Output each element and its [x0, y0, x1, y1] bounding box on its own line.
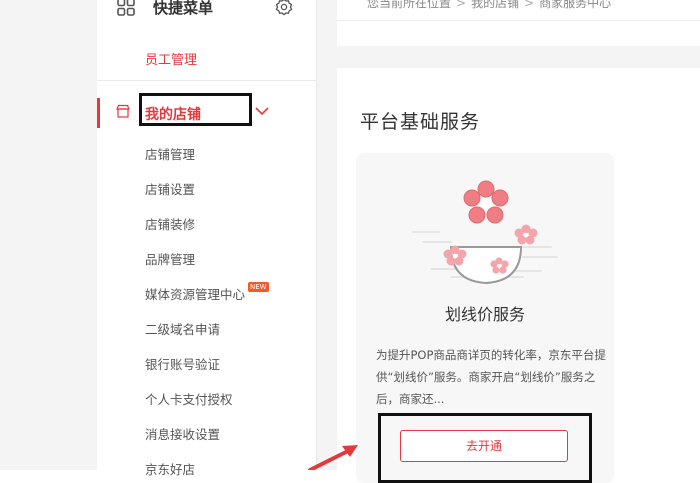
sidebar-subitem[interactable]: 银行账号验证 [145, 354, 220, 373]
service-card: 划线价服务 为提升POP商品商详页的转化率，京东平台提供“划线价”服务。商家开启… [356, 153, 614, 483]
page-title: 平台基础服务 [360, 111, 481, 133]
sidebar-subitem[interactable]: 消息接收设置 [145, 424, 220, 443]
store-icon [116, 104, 130, 118]
flower-illustration [412, 180, 558, 285]
arrow-annotation [308, 445, 358, 470]
breadcrumb-separator: > [524, 0, 535, 10]
service-name: 划线价服务 [444, 305, 525, 324]
quick-menu-title: 快捷菜单 [153, 0, 214, 17]
sidebar-subitem[interactable]: 店铺管理 [145, 144, 195, 163]
breadcrumb-separator: > [456, 0, 467, 10]
quick-menu-header: 快捷菜单 [97, 0, 317, 24]
grid-icon[interactable] [117, 0, 135, 16]
sidebar-subitem[interactable]: 京东好店 [145, 459, 195, 478]
section-separator [337, 46, 700, 68]
active-indicator [97, 98, 100, 128]
chevron-down-icon[interactable] [255, 106, 269, 116]
content-gap [317, 0, 337, 470]
breadcrumb-prefix: 您当前所在位置 [367, 0, 452, 10]
sidebar-subitem[interactable]: 品牌管理 [145, 249, 195, 268]
sidebar-subitem[interactable]: 二级域名申请 [145, 319, 220, 338]
sidebar-subitem-media[interactable]: 媒体资源管理中心 NEW [145, 282, 269, 303]
sidebar: 快捷菜单 员工管理 我的店铺 店铺管理 店铺设置 店铺装修 品牌管理 媒体资源管… [97, 0, 317, 477]
sidebar-subitem[interactable]: 个人卡支付授权 [145, 389, 233, 408]
gear-icon[interactable] [275, 0, 293, 16]
breadcrumb-divider [337, 20, 700, 21]
sidebar-subitem[interactable]: 店铺设置 [145, 179, 195, 198]
breadcrumb: 您当前所在位置 > 我的店铺 > 商家服务中心 [367, 0, 611, 11]
highlight-box-my-store [139, 93, 252, 126]
highlight-box-activate [378, 413, 592, 483]
breadcrumb-link-store[interactable]: 我的店铺 [471, 0, 519, 10]
new-badge: NEW [248, 282, 269, 292]
breadcrumb-current: 商家服务中心 [539, 0, 612, 10]
sidebar-divider [97, 80, 317, 81]
left-background [0, 0, 97, 470]
sidebar-item-staff[interactable]: 员工管理 [145, 49, 197, 68]
sidebar-subitem[interactable]: 店铺装修 [145, 214, 195, 233]
sidebar-subitem-label: 媒体资源管理中心 [145, 287, 246, 302]
service-description: 为提升POP商品商详页的转化率，京东平台提供“划线价”服务。商家开启“划线价”服… [376, 348, 606, 406]
